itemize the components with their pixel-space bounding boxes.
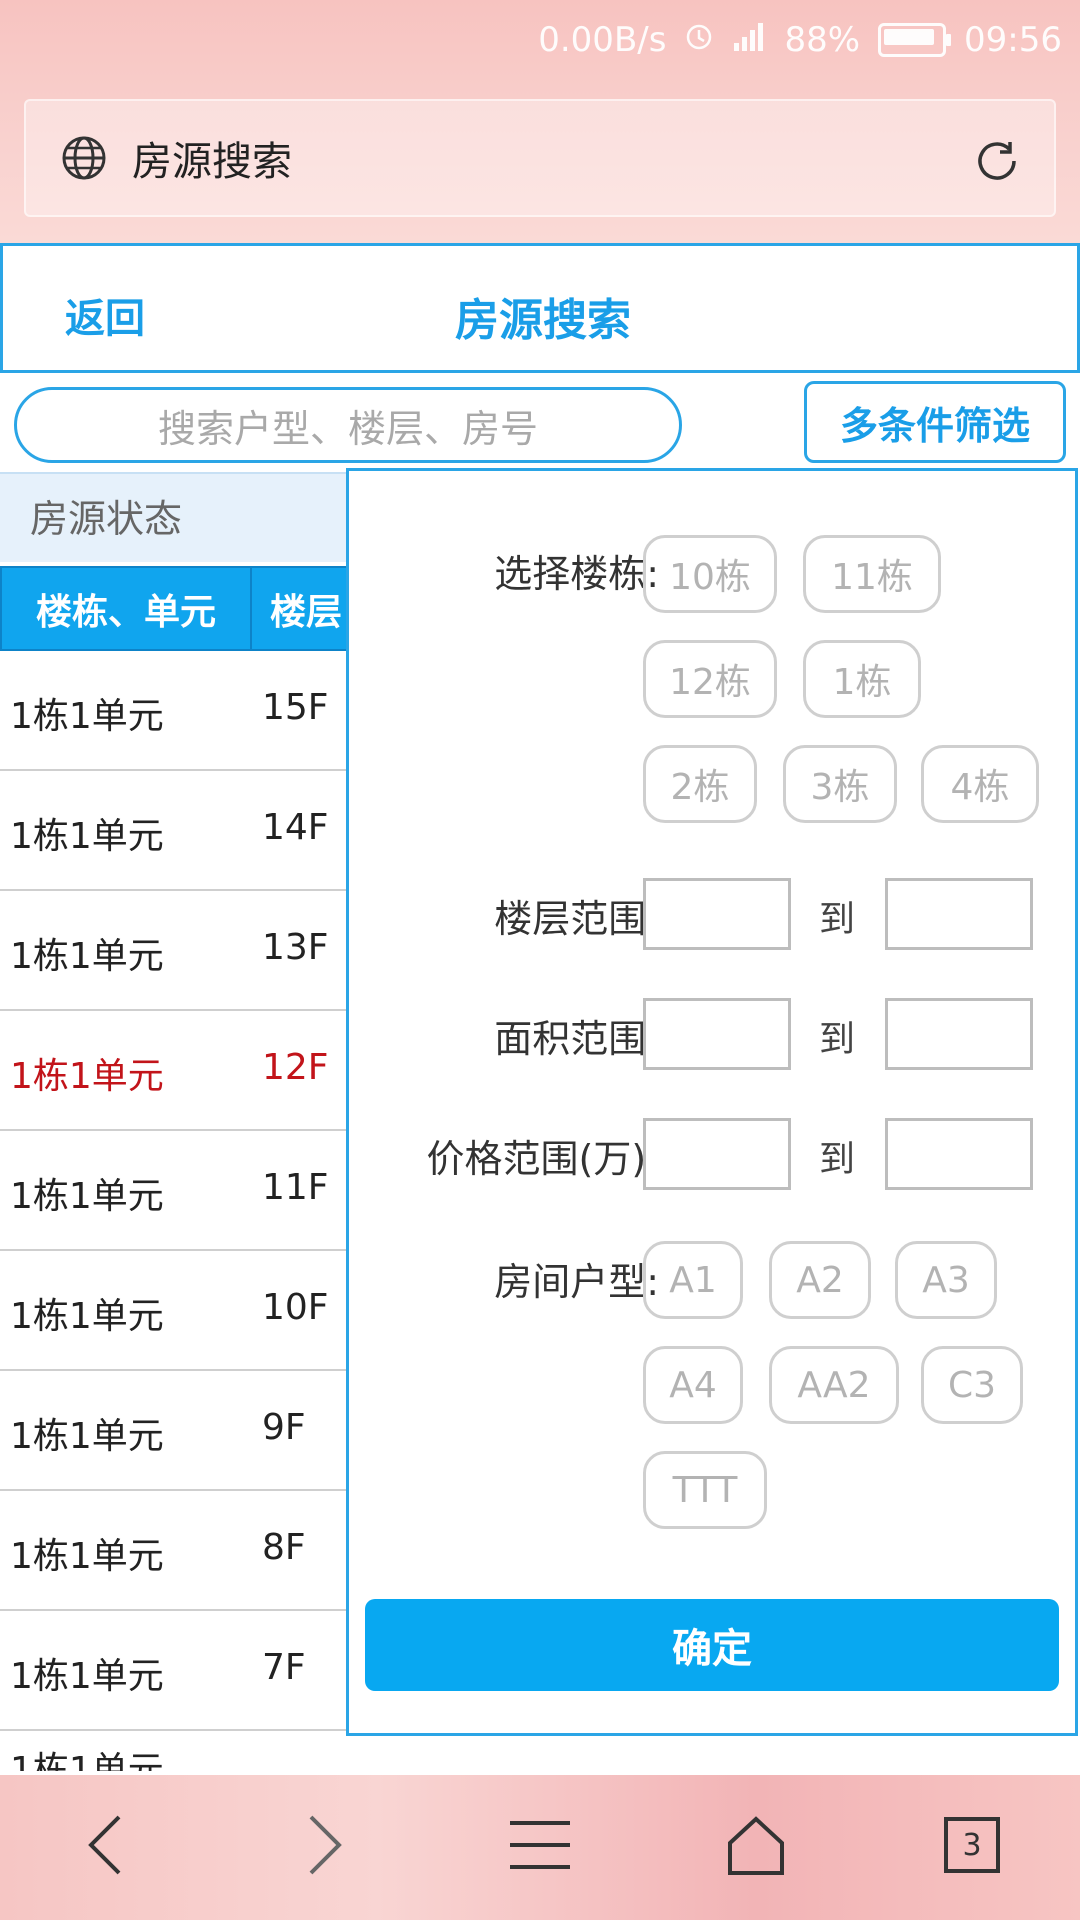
battery-percent: 88%: [784, 20, 861, 60]
building-label: 选择楼栋:: [494, 552, 659, 596]
cell-floor: 9F: [262, 1407, 306, 1448]
room-type-chip[interactable]: A4: [643, 1346, 743, 1424]
cell-floor: 11F: [262, 1167, 329, 1208]
table-row[interactable]: 1栋1单元 14F: [0, 771, 346, 891]
cell-unit: 1栋1单元: [10, 1176, 164, 1217]
area-max-input[interactable]: [885, 998, 1033, 1070]
room-type-chip[interactable]: C3: [921, 1346, 1023, 1424]
price-range-label: 价格范围(万):: [426, 1137, 659, 1181]
app-header: 房源搜索 返回: [0, 243, 1080, 373]
cell-floor: 13F: [262, 927, 329, 968]
column-header-floor: 楼层: [252, 566, 346, 651]
page-title: 房源搜索: [455, 295, 631, 346]
building-chip[interactable]: 11栋: [803, 535, 941, 613]
building-chip[interactable]: 10栋: [643, 535, 777, 613]
cell-unit: 1栋1单元: [10, 1656, 164, 1697]
menu-icon[interactable]: [500, 1805, 580, 1885]
room-type-label: 房间户型:: [494, 1260, 659, 1304]
building-chip[interactable]: 2栋: [643, 745, 757, 823]
tab-count: 3: [962, 1827, 982, 1863]
multi-filter-button[interactable]: 多条件筛选: [804, 381, 1066, 463]
globe-icon: [62, 136, 106, 180]
cell-floor: 12F: [262, 1047, 329, 1088]
address-bar[interactable]: 房源搜索: [24, 99, 1056, 217]
building-chip[interactable]: 12栋: [643, 640, 777, 718]
column-header-building: 楼栋、单元: [0, 566, 252, 651]
confirm-button[interactable]: 确定: [365, 1599, 1059, 1691]
status-label: 房源状态: [30, 497, 183, 541]
to-label: 到: [819, 899, 856, 940]
building-chip[interactable]: 4栋: [921, 745, 1039, 823]
status-bar: 0.00B/s 88% 09:56: [0, 0, 1080, 80]
cell-unit: 1栋1单元: [10, 936, 164, 977]
room-type-chip[interactable]: A2: [769, 1241, 871, 1319]
cell-floor: 14F: [262, 807, 329, 848]
area-min-input[interactable]: [643, 998, 791, 1070]
cell-floor: 7F: [262, 1647, 306, 1688]
reload-icon[interactable]: [970, 134, 1024, 188]
back-button[interactable]: 返回: [65, 286, 145, 344]
building-chip[interactable]: 3栋: [783, 745, 897, 823]
signal-icon: [732, 21, 766, 60]
floor-range-label: 楼层范围:: [494, 897, 659, 941]
table-header: 楼栋、单元 楼层: [0, 566, 346, 651]
cell-unit: 1栋1单元: [10, 1416, 164, 1457]
battery-icon: [878, 23, 952, 57]
cell-unit: 1栋1单元: [10, 1750, 164, 1771]
to-label: 到: [819, 1019, 856, 1060]
cell-unit: 1栋1单元: [10, 1056, 164, 1097]
tabs-icon[interactable]: 3: [932, 1805, 1012, 1885]
table-row[interactable]: 1栋1单元 11F: [0, 1131, 346, 1251]
browser-page-title: 房源搜索: [132, 139, 292, 185]
cell-floor: 8F: [262, 1527, 306, 1568]
back-nav-icon[interactable]: [66, 1805, 146, 1885]
price-min-input[interactable]: [643, 1118, 791, 1190]
table-row[interactable]: 1栋1单元 13F: [0, 891, 346, 1011]
price-max-input[interactable]: [885, 1118, 1033, 1190]
home-icon[interactable]: [716, 1805, 796, 1885]
alarm-icon: [684, 20, 714, 60]
cell-unit: 1栋1单元: [10, 816, 164, 857]
area-range-label: 面积范围:: [494, 1017, 659, 1061]
search-input[interactable]: 搜索户型、楼层、房号: [14, 387, 682, 463]
status-filter-row[interactable]: 房源状态: [0, 472, 346, 562]
table-row[interactable]: 1栋1单元 10F: [0, 1251, 346, 1371]
forward-nav-icon[interactable]: [284, 1805, 364, 1885]
building-chip[interactable]: 1栋: [803, 640, 921, 718]
table-row[interactable]: 1栋1单元 9F: [0, 1371, 346, 1491]
table-row-highlighted[interactable]: 1栋1单元 12F: [0, 1011, 346, 1131]
table-row[interactable]: 1栋1单元 8F: [0, 1491, 346, 1611]
room-type-chip[interactable]: AA2: [769, 1346, 899, 1424]
network-speed: 0.00B/s: [538, 20, 667, 60]
room-type-chip[interactable]: TTT: [643, 1451, 767, 1529]
browser-bottom-nav: 3: [0, 1775, 1080, 1920]
to-label: 到: [819, 1139, 856, 1180]
cell-unit: 1栋1单元: [10, 1296, 164, 1337]
room-type-chip[interactable]: A1: [643, 1241, 743, 1319]
filter-panel: 选择楼栋: 10栋 11栋 12栋 1栋 2栋 3栋 4栋 楼层范围: 到 面积…: [346, 468, 1078, 1736]
table-body: 1栋1单元 15F 1栋1单元 14F 1栋1单元 13F 1栋1单元 12F 1栋1单…: [0, 651, 346, 1771]
cell-floor: 15F: [262, 687, 329, 728]
cell-unit: 1栋1单元: [10, 696, 164, 737]
clock: 09:56: [964, 20, 1062, 60]
room-type-chip[interactable]: A3: [895, 1241, 997, 1319]
table-row[interactable]: 1栋1单元 7F: [0, 1611, 346, 1731]
table-row-partial[interactable]: 1栋1单元: [0, 1731, 346, 1771]
cell-floor: 10F: [262, 1287, 329, 1328]
table-row[interactable]: 1栋1单元 15F: [0, 651, 346, 771]
floor-min-input[interactable]: [643, 878, 791, 950]
floor-max-input[interactable]: [885, 878, 1033, 950]
cell-unit: 1栋1单元: [10, 1536, 164, 1577]
